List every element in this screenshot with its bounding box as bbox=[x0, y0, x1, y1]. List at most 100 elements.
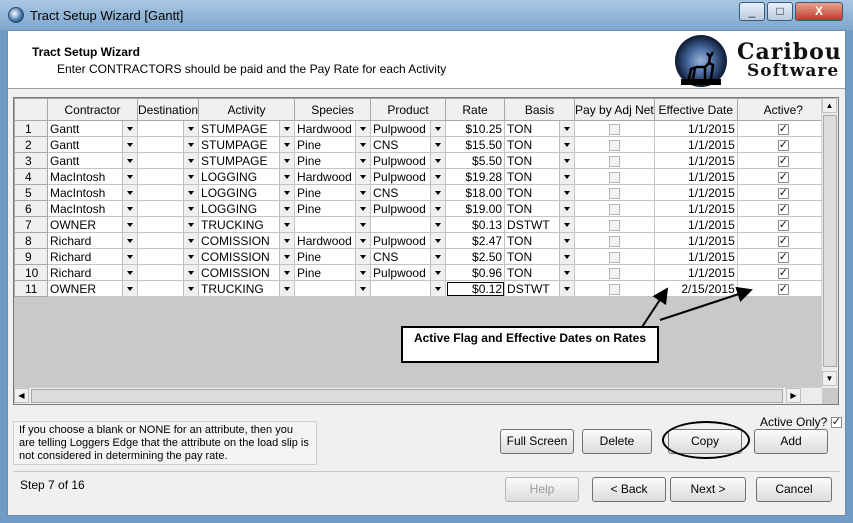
species-cell[interactable]: Pine bbox=[294, 248, 372, 265]
chevron-down-icon[interactable] bbox=[183, 137, 198, 152]
effective-date-cell[interactable]: 1/1/2015 bbox=[653, 232, 738, 249]
rate-cell[interactable]: $5.50 bbox=[445, 152, 506, 169]
column-header[interactable]: Rate bbox=[445, 98, 506, 121]
active-cell[interactable]: ✓ bbox=[736, 280, 830, 297]
chevron-down-icon[interactable] bbox=[355, 217, 370, 232]
destination-cell[interactable] bbox=[136, 168, 200, 185]
scroll-left-icon[interactable]: ◀ bbox=[14, 388, 29, 403]
contractor-cell[interactable]: Gantt bbox=[47, 136, 138, 153]
active-cell[interactable]: ✓ bbox=[736, 248, 830, 265]
basis-cell[interactable]: TON bbox=[504, 120, 576, 137]
chevron-down-icon[interactable] bbox=[183, 265, 198, 280]
chevron-down-icon[interactable] bbox=[122, 265, 137, 280]
pay-adj-net-checkbox[interactable] bbox=[608, 203, 620, 215]
row-header[interactable]: 6 bbox=[14, 200, 48, 217]
chevron-down-icon[interactable] bbox=[430, 169, 445, 184]
product-cell[interactable]: Pulpwood bbox=[370, 120, 447, 137]
chevron-down-icon[interactable] bbox=[279, 217, 294, 232]
species-cell[interactable]: Hardwood bbox=[294, 232, 372, 249]
species-cell[interactable]: Pine bbox=[294, 264, 372, 281]
activity-cell[interactable]: STUMPAGE bbox=[198, 120, 296, 137]
chevron-down-icon[interactable] bbox=[430, 281, 445, 296]
chevron-down-icon[interactable] bbox=[279, 233, 294, 248]
pay-adj-net-cell[interactable] bbox=[574, 184, 655, 201]
table-row[interactable]: 1 Gantt STUMPAGE Hardwood Pulpwood $10.25 TON 1… bbox=[14, 120, 830, 137]
contractor-cell[interactable]: Richard bbox=[47, 248, 138, 265]
activity-cell[interactable]: LOGGING bbox=[198, 200, 296, 217]
vertical-scroll-thumb[interactable] bbox=[823, 115, 837, 367]
chevron-down-icon[interactable] bbox=[430, 137, 445, 152]
active-cell[interactable]: ✓ bbox=[736, 184, 830, 201]
destination-cell[interactable] bbox=[136, 280, 200, 297]
column-header[interactable]: Effective Date bbox=[653, 98, 738, 121]
chevron-down-icon[interactable] bbox=[430, 217, 445, 232]
active-checkbox[interactable]: ✓ bbox=[777, 187, 789, 199]
product-cell[interactable] bbox=[370, 280, 447, 297]
active-checkbox[interactable]: ✓ bbox=[777, 251, 789, 263]
scroll-right-icon[interactable]: ▶ bbox=[786, 388, 801, 403]
chevron-down-icon[interactable] bbox=[355, 281, 370, 296]
activity-cell[interactable]: STUMPAGE bbox=[198, 152, 296, 169]
product-cell[interactable]: CNS bbox=[370, 184, 447, 201]
pay-adj-net-checkbox[interactable] bbox=[608, 219, 620, 231]
active-checkbox[interactable]: ✓ bbox=[777, 267, 789, 279]
pay-adj-net-checkbox[interactable] bbox=[608, 251, 620, 263]
contractor-cell[interactable]: Richard bbox=[47, 232, 138, 249]
active-checkbox[interactable]: ✓ bbox=[777, 155, 789, 167]
contractor-cell[interactable]: Gantt bbox=[47, 120, 138, 137]
chevron-down-icon[interactable] bbox=[355, 201, 370, 216]
effective-date-cell[interactable]: 2/15/2015 bbox=[653, 280, 738, 297]
row-header[interactable]: 2 bbox=[14, 136, 48, 153]
chevron-down-icon[interactable] bbox=[279, 265, 294, 280]
pay-adj-net-cell[interactable] bbox=[574, 152, 655, 169]
chevron-down-icon[interactable] bbox=[355, 233, 370, 248]
row-header[interactable]: 3 bbox=[14, 152, 48, 169]
contractor-cell[interactable]: OWNER bbox=[47, 216, 138, 233]
basis-cell[interactable]: TON bbox=[504, 264, 576, 281]
row-header[interactable]: 7 bbox=[14, 216, 48, 233]
destination-cell[interactable] bbox=[136, 184, 200, 201]
destination-cell[interactable] bbox=[136, 216, 200, 233]
activity-cell[interactable]: LOGGING bbox=[198, 184, 296, 201]
active-only-toggle[interactable]: Active Only? ✓ bbox=[760, 415, 842, 429]
effective-date-cell[interactable]: 1/1/2015 bbox=[653, 200, 738, 217]
row-header[interactable]: 5 bbox=[14, 184, 48, 201]
basis-cell[interactable]: TON bbox=[504, 200, 576, 217]
species-cell[interactable]: Pine bbox=[294, 200, 372, 217]
pay-adj-net-checkbox[interactable] bbox=[608, 171, 620, 183]
pay-adj-net-cell[interactable] bbox=[574, 120, 655, 137]
chevron-down-icon[interactable] bbox=[279, 201, 294, 216]
chevron-down-icon[interactable] bbox=[559, 121, 574, 136]
pay-adj-net-checkbox[interactable] bbox=[608, 283, 620, 295]
chevron-down-icon[interactable] bbox=[279, 185, 294, 200]
pay-adj-net-checkbox[interactable] bbox=[608, 235, 620, 247]
activity-cell[interactable]: COMISSION bbox=[198, 248, 296, 265]
product-cell[interactable]: Pulpwood bbox=[370, 264, 447, 281]
activity-cell[interactable]: LOGGING bbox=[198, 168, 296, 185]
contractor-cell[interactable]: Richard bbox=[47, 264, 138, 281]
chevron-down-icon[interactable] bbox=[279, 137, 294, 152]
chevron-down-icon[interactable] bbox=[355, 185, 370, 200]
chevron-down-icon[interactable] bbox=[122, 121, 137, 136]
chevron-down-icon[interactable] bbox=[559, 233, 574, 248]
row-header[interactable]: 10 bbox=[14, 264, 48, 281]
row-header[interactable]: 8 bbox=[14, 232, 48, 249]
basis-cell[interactable]: DSTWT bbox=[504, 280, 576, 297]
column-header[interactable]: Activity bbox=[198, 98, 296, 121]
table-row[interactable]: 2 Gantt STUMPAGE Pine CNS $15.50 TON 1/1/2015 ✓ bbox=[14, 136, 830, 153]
product-cell[interactable]: Pulpwood bbox=[370, 168, 447, 185]
active-checkbox[interactable]: ✓ bbox=[777, 235, 789, 247]
destination-cell[interactable] bbox=[136, 200, 200, 217]
effective-date-cell[interactable]: 1/1/2015 bbox=[653, 136, 738, 153]
active-checkbox[interactable]: ✓ bbox=[777, 139, 789, 151]
full-screen-button[interactable]: Full Screen bbox=[500, 429, 574, 454]
rate-cell[interactable]: $2.47 bbox=[445, 232, 506, 249]
chevron-down-icon[interactable] bbox=[183, 249, 198, 264]
contractor-cell[interactable]: MacIntosh bbox=[47, 184, 138, 201]
active-checkbox[interactable]: ✓ bbox=[777, 283, 789, 295]
chevron-down-icon[interactable] bbox=[122, 233, 137, 248]
active-only-checkbox[interactable]: ✓ bbox=[830, 417, 842, 429]
product-cell[interactable]: CNS bbox=[370, 136, 447, 153]
activity-cell[interactable]: COMISSION bbox=[198, 232, 296, 249]
row-header[interactable]: 4 bbox=[14, 168, 48, 185]
